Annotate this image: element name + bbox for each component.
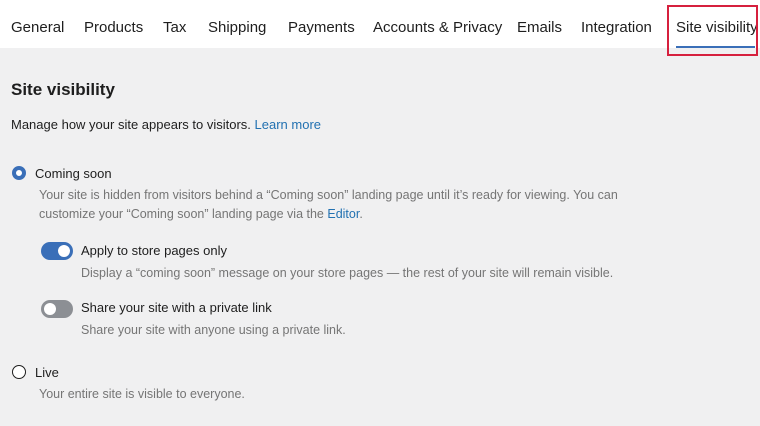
- coming-soon-help-line2: customize your “Coming soon” landing pag…: [39, 205, 363, 224]
- tab-payments[interactable]: Payments: [288, 0, 355, 48]
- section-description-text: Manage how your site appears to visitors…: [11, 117, 251, 132]
- tab-site-visibility[interactable]: Site visibility: [676, 0, 758, 48]
- learn-more-link[interactable]: Learn more: [255, 117, 321, 132]
- toggle-knob: [58, 245, 70, 257]
- store-pages-toggle-label[interactable]: Apply to store pages only: [81, 243, 227, 258]
- active-tab-indicator: [676, 46, 755, 48]
- settings-tab-bar: General Products Tax Shipping Payments A…: [0, 0, 760, 48]
- tab-shipping[interactable]: Shipping: [208, 0, 266, 48]
- private-link-toggle[interactable]: [41, 300, 73, 318]
- coming-soon-help-prefix: customize your “Coming soon” landing pag…: [39, 207, 328, 221]
- coming-soon-label[interactable]: Coming soon: [35, 166, 112, 181]
- live-label[interactable]: Live: [35, 365, 59, 380]
- live-help: Your entire site is visible to everyone.: [39, 387, 245, 401]
- private-link-toggle-label[interactable]: Share your site with a private link: [81, 300, 272, 315]
- tab-integration[interactable]: Integration: [581, 0, 652, 48]
- coming-soon-help-line1: Your site is hidden from visitors behind…: [39, 188, 618, 202]
- coming-soon-radio[interactable]: [12, 166, 26, 180]
- editor-link[interactable]: Editor: [327, 207, 359, 221]
- tab-accounts-privacy[interactable]: Accounts & Privacy: [373, 0, 502, 48]
- store-pages-toggle[interactable]: [41, 242, 73, 260]
- coming-soon-help-suffix: .: [359, 207, 363, 221]
- tab-emails[interactable]: Emails: [517, 0, 562, 48]
- store-pages-toggle-help: Display a “coming soon” message on your …: [81, 266, 614, 280]
- tab-general[interactable]: General: [11, 0, 64, 48]
- live-radio[interactable]: [12, 365, 26, 379]
- tab-tax[interactable]: Tax: [163, 0, 186, 48]
- tab-products[interactable]: Products: [84, 0, 143, 48]
- page-title: Site visibility: [11, 80, 115, 99]
- private-link-toggle-help: Share your site with anyone using a priv…: [81, 323, 346, 337]
- toggle-knob: [44, 303, 56, 315]
- section-description: Manage how your site appears to visitors…: [11, 117, 321, 132]
